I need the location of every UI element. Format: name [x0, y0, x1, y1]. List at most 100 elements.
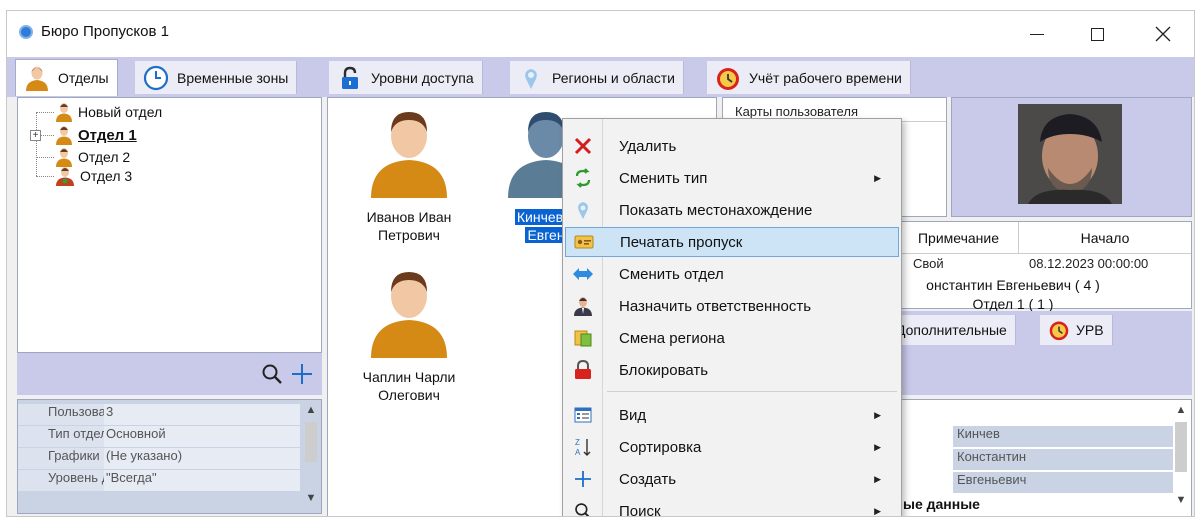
employee-name-line: Евген	[525, 227, 567, 243]
scroll-thumb[interactable]	[305, 422, 317, 462]
submenu-arrow-icon: ▶	[874, 172, 881, 183]
tree-expander[interactable]: +	[30, 130, 41, 141]
lock-icon	[342, 66, 358, 89]
menu-item-search[interactable]: Поиск ▶	[565, 496, 899, 516]
tree-item-label: Новый отдел	[78, 104, 163, 120]
tree-connector	[36, 112, 37, 176]
tab-time-zones[interactable]: Временные зоны	[135, 61, 298, 94]
region-icon	[574, 330, 592, 347]
sort-az-icon: ZA	[575, 438, 591, 457]
chevron-down-icon[interactable]: ▼	[303, 492, 319, 508]
add-button[interactable]	[289, 361, 315, 387]
property-row: Пользоват3	[18, 404, 300, 425]
maximize-button[interactable]	[1067, 11, 1127, 57]
tab-additional[interactable]: Дополнительные	[888, 315, 1016, 345]
person-icon	[26, 66, 48, 91]
context-menu: Удалить Сменить тип ▶ Показать местонахо…	[562, 118, 902, 516]
delete-x-icon	[574, 137, 592, 155]
department-person-icon	[56, 103, 72, 122]
menu-item-assign-responsibility[interactable]: Назначить ответственность	[565, 291, 899, 321]
scroll-thumb[interactable]	[1175, 422, 1187, 472]
property-key: Графики ра	[18, 448, 104, 469]
tab-label: Временные зоны	[177, 69, 289, 86]
property-key: Пользоват	[18, 404, 104, 425]
col-header-start[interactable]: Начало	[1019, 222, 1191, 254]
menu-item-label: Смена региона	[619, 329, 725, 347]
employee-card[interactable]: Иванов Иван Петрович	[354, 102, 464, 244]
employee-photo	[1018, 104, 1122, 204]
tree-item-new-department[interactable]: Новый отдел	[56, 101, 162, 123]
tree-item-label: Отдел 3	[80, 168, 133, 184]
chevron-down-icon[interactable]: ▼	[1173, 494, 1189, 510]
employee-card[interactable]: Чаплин Чарли Олегович	[354, 262, 464, 404]
properties-scrollbar[interactable]: ▲ ▼	[303, 404, 319, 509]
menu-item-label: Удалить	[619, 137, 677, 155]
menu-item-label: Блокировать	[619, 361, 709, 379]
photo-image	[1018, 104, 1122, 204]
menu-item-show-location[interactable]: Показать местонахождение	[565, 195, 899, 225]
department-person-icon	[56, 148, 72, 167]
property-row: Графики ра(Не указано)	[18, 448, 300, 469]
menu-item-change-region[interactable]: Смена региона	[565, 323, 899, 353]
tree-item-label: Отдел 1	[78, 126, 137, 144]
tab-label: УРВ	[1076, 322, 1104, 338]
menu-item-delete[interactable]: Удалить	[565, 131, 899, 161]
employee-avatar	[371, 112, 447, 198]
tree-item-department-3[interactable]: Отдел 3	[56, 165, 132, 187]
chevron-up-icon[interactable]: ▲	[303, 404, 319, 420]
property-key: Тип отдела	[18, 426, 104, 447]
minimize-button[interactable]	[1007, 11, 1067, 57]
submenu-arrow-icon: ▶	[874, 441, 881, 452]
menu-item-sort[interactable]: ZA Сортировка ▶	[565, 432, 899, 462]
menu-item-view[interactable]: Вид ▶	[565, 400, 899, 430]
detail-value: Константин	[953, 449, 1173, 470]
tab-urv[interactable]: УРВ	[1040, 315, 1113, 345]
alarm-clock-icon	[1049, 321, 1069, 341]
plus-icon	[292, 364, 312, 384]
tab-departments[interactable]: Отделы	[15, 59, 118, 96]
tab-regions[interactable]: Регионы и области	[510, 61, 684, 94]
tab-label: Дополнительные	[896, 322, 1007, 338]
menu-item-block[interactable]: Блокировать	[565, 355, 899, 385]
submenu-arrow-icon: ▶	[874, 473, 881, 484]
tab-worktime[interactable]: Учёт рабочего времени	[707, 61, 911, 94]
close-button[interactable]	[1133, 11, 1193, 57]
tab-access-levels[interactable]: Уровни доступа	[329, 61, 483, 94]
employee-info: онстантин Евгеньевич ( 4 ) Отдел 1 ( 1 )	[883, 276, 1143, 314]
menu-item-create[interactable]: Создать ▶	[565, 464, 899, 494]
section-label: ые данные	[903, 496, 980, 512]
menu-item-change-type[interactable]: Сменить тип ▶	[565, 163, 899, 193]
tree-toolbar	[17, 353, 322, 395]
menu-item-change-department[interactable]: Сменить отдел	[565, 259, 899, 289]
properties-panel: Пользоват3 Тип отделаОсновной Графики ра…	[17, 399, 322, 514]
menu-item-label: Вид	[619, 406, 647, 424]
property-value: "Всегда"	[104, 470, 300, 491]
manager-icon	[574, 297, 592, 316]
maximize-icon	[1090, 27, 1104, 41]
title-bar: Бюро Пропусков 1	[7, 11, 1194, 57]
property-value: (Не указано)	[104, 448, 300, 469]
tree-item-label: Отдел 2	[78, 149, 131, 165]
search-icon	[262, 364, 282, 384]
detail-scrollbar[interactable]: ▲ ▼	[1173, 404, 1189, 514]
clock-icon	[143, 65, 169, 90]
menu-item-print-pass[interactable]: Печатать пропуск	[565, 227, 899, 257]
col-header-note[interactable]: Примечание	[899, 222, 1019, 254]
detail-value: Евгеньевич	[953, 472, 1173, 493]
department-tree: + Новый отдел Отдел 1 Отдел 2 Отдел 3	[17, 97, 322, 353]
search-button[interactable]	[259, 361, 285, 387]
tree-item-department-1[interactable]: Отдел 1	[56, 124, 137, 146]
property-key: Уровень дс	[18, 470, 104, 491]
menu-separator	[607, 391, 897, 392]
menu-item-label: Показать местонахождение	[619, 201, 813, 219]
plus-icon	[575, 471, 591, 487]
chevron-up-icon[interactable]: ▲	[1173, 404, 1189, 420]
tree-connector	[36, 157, 54, 158]
employee-name-line: Иванов Иван	[366, 209, 452, 225]
property-value: 3	[104, 404, 300, 425]
employee-name-line: Петрович	[378, 227, 440, 243]
photo-panel	[951, 97, 1192, 217]
menu-item-label: Сортировка	[619, 438, 702, 456]
property-row: Тип отделаОсновной	[18, 426, 300, 447]
tree-connector	[36, 176, 54, 177]
